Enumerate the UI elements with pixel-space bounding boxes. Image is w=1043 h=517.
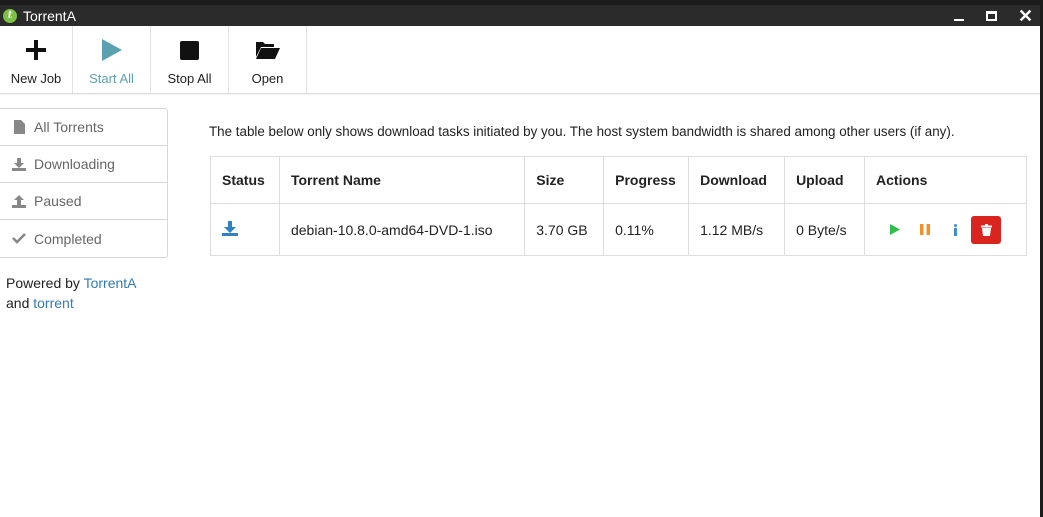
maximize-button[interactable] xyxy=(986,10,1000,21)
new-job-button[interactable]: New Job xyxy=(0,26,73,93)
download-icon xyxy=(222,220,238,239)
close-button[interactable]: ✕ xyxy=(1018,7,1033,25)
new-job-label: New Job xyxy=(10,71,62,86)
column-header: Status xyxy=(210,156,280,204)
sidebar-item-paused[interactable]: Paused xyxy=(0,183,167,220)
sidebar: All Torrents Downloading Paused Complete… xyxy=(0,108,168,313)
column-header: Size xyxy=(524,156,605,204)
resume-button[interactable] xyxy=(880,216,910,244)
sidebar-item-label: Downloading xyxy=(34,156,115,172)
play-icon xyxy=(890,224,901,235)
sidebar-item-all-torrents[interactable]: All Torrents xyxy=(0,109,167,146)
download-icon xyxy=(12,157,26,171)
start-all-button[interactable]: Start All xyxy=(73,26,151,93)
open-label: Open xyxy=(251,71,284,86)
powered-and: and xyxy=(6,295,30,311)
app-logo-icon: t xyxy=(3,8,17,23)
sidebar-item-label: Paused xyxy=(34,193,82,209)
stop-all-label: Stop All xyxy=(167,71,212,86)
table-row[interactable]: debian-10.8.0-amd64-DVD-1.iso 3.70 GB 0.… xyxy=(210,203,1027,256)
info-icon xyxy=(953,223,957,236)
column-header: Download xyxy=(688,156,786,204)
pause-button[interactable] xyxy=(910,216,940,244)
column-header: Upload xyxy=(784,156,866,204)
column-header: Torrent Name xyxy=(278,156,526,204)
file-icon xyxy=(12,120,26,134)
torrent-name-cell: debian-10.8.0-amd64-DVD-1.iso xyxy=(278,203,526,256)
window-title: TorrentA xyxy=(23,7,76,24)
upload-speed-cell: 0 Byte/s xyxy=(784,203,866,256)
stop-all-button[interactable]: Stop All xyxy=(151,26,229,93)
play-icon xyxy=(101,38,122,62)
torrenta-link[interactable]: TorrentA xyxy=(84,275,137,291)
title-bar: t TorrentA ✕ xyxy=(0,5,1040,26)
column-header: Actions xyxy=(864,156,1027,204)
start-all-label: Start All xyxy=(89,71,134,86)
open-button[interactable]: Open xyxy=(229,26,307,93)
progress-cell: 0.11% xyxy=(603,203,690,256)
stop-icon xyxy=(180,38,199,62)
actions-cell xyxy=(864,203,1027,256)
minimize-button[interactable] xyxy=(954,11,968,21)
sidebar-item-downloading[interactable]: Downloading xyxy=(0,146,167,183)
notice-text: The table below only shows download task… xyxy=(209,124,955,139)
sidebar-list: All Torrents Downloading Paused Complete… xyxy=(0,108,168,258)
status-cell xyxy=(210,203,280,256)
plus-icon xyxy=(26,38,46,62)
table-header-row: Status Torrent Name Size Progress Downlo… xyxy=(210,156,1027,204)
torrent-link[interactable]: torrent xyxy=(33,295,73,311)
check-icon xyxy=(12,232,26,246)
column-header: Progress xyxy=(603,156,690,204)
delete-button[interactable] xyxy=(971,215,1002,244)
info-button[interactable] xyxy=(940,216,970,244)
trash-icon xyxy=(980,223,992,236)
sidebar-item-label: All Torrents xyxy=(34,119,104,135)
toolbar: New Job Start All Stop All Open xyxy=(0,26,1040,94)
powered-by: Powered by TorrentA and torrent xyxy=(0,273,168,313)
download-speed-cell: 1.12 MB/s xyxy=(688,203,786,256)
app-window: t TorrentA ✕ New Job Start All Stop All xyxy=(0,5,1040,517)
torrent-table: Status Torrent Name Size Progress Downlo… xyxy=(210,156,1027,256)
size-cell: 3.70 GB xyxy=(524,203,605,256)
powered-prefix: Powered by xyxy=(6,275,80,291)
sidebar-item-label: Completed xyxy=(34,230,102,247)
upload-icon xyxy=(12,194,26,208)
sidebar-item-completed[interactable]: Completed xyxy=(0,220,167,257)
pause-icon xyxy=(920,224,931,235)
folder-open-icon xyxy=(255,38,281,62)
main-content: The table below only shows download task… xyxy=(209,124,1027,256)
